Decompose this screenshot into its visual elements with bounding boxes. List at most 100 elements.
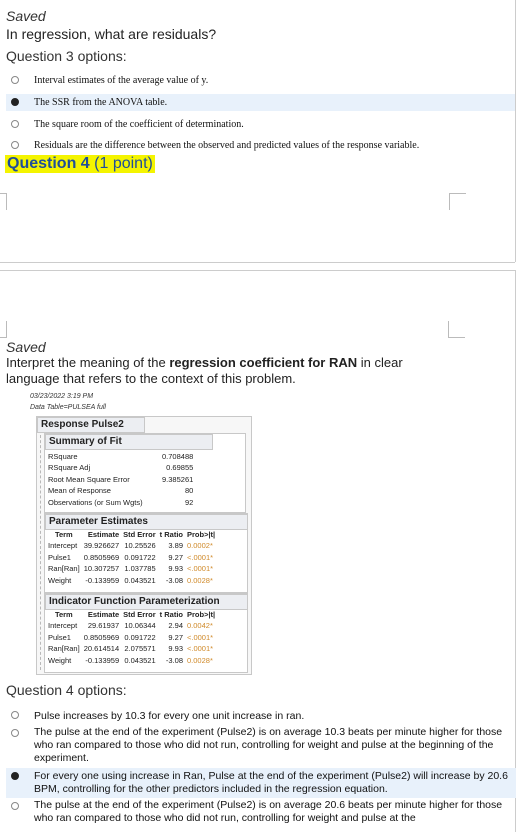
summary-value: 9.385261 — [162, 474, 194, 484]
q3-question-text: In regression, what are residuals? — [6, 26, 217, 42]
pe-cell: 10.25526 — [124, 541, 156, 551]
page-corner-top-right — [449, 193, 466, 210]
q3-option-4-radio[interactable] — [11, 141, 19, 149]
pe-cell: 1.037785 — [124, 564, 156, 574]
q4-option-4-radio[interactable] — [11, 802, 19, 810]
q4-option-2[interactable]: The pulse at the end of the experiment (… — [6, 726, 516, 768]
q4-option-4[interactable]: The pulse at the end of the experiment (… — [6, 799, 516, 829]
q4-option-1-radio[interactable] — [11, 711, 19, 719]
ifp-cell: 0.0042* — [187, 621, 213, 631]
q3-option-3[interactable]: The square room of the coefficient of de… — [6, 117, 516, 133]
page-corner-bottom-right — [448, 321, 465, 338]
pe-cell: Ran[Ran] — [48, 564, 80, 574]
q4-question-pre: Interpret the meaning of the — [6, 355, 170, 370]
pe-header-cell: t Ratio — [159, 530, 183, 539]
pe-cell: Weight — [48, 575, 72, 585]
summary-value: 0.708488 — [162, 452, 194, 461]
q4-heading: Question 4 (1 point) — [5, 155, 155, 173]
ifp-header-cell: Term — [54, 610, 73, 619]
parameter-estimates-table: Term Estimate Std Error t Ratio Prob>|t| Int… — [46, 529, 217, 586]
pe-cell: Intercept — [48, 541, 78, 551]
q4-question-bold: regression coefficient for RAN — [169, 355, 358, 370]
ifp-cell: 0.043521 — [124, 655, 156, 665]
q3-option-1-label: Interval estimates of the average value … — [34, 75, 209, 86]
section-divider-top — [0, 262, 515, 263]
ifp-cell: 10.06344 — [124, 621, 156, 631]
q3-option-2-radio[interactable] — [11, 98, 19, 106]
indicator-param-table: Term Estimate Std Error t Ratio Prob>|t| Int… — [46, 609, 217, 666]
ifp-header-cell: Prob>|t| — [187, 610, 216, 619]
pe-row: Intercept 39.926627 10.25526 3.89 0.0002* — [46, 540, 217, 551]
page-corner-top-left — [0, 193, 7, 210]
pe-cell: -0.133959 — [85, 575, 120, 585]
ifp-cell: 29.61937 — [87, 621, 120, 631]
ifp-cell: -3.08 — [165, 655, 183, 665]
q4-saved-label: Saved — [6, 339, 46, 355]
q4-option-1[interactable]: Pulse increases by 10.3 for every one un… — [6, 708, 516, 724]
ifp-cell: Ran[Ran] — [48, 644, 80, 654]
pe-header-row: Term Estimate Std Error t Ratio Prob>|t| — [46, 529, 217, 540]
pe-row: Weight -0.133959 0.043521 -3.08 0.0028* — [46, 575, 217, 586]
page-corner-bottom-left — [0, 321, 7, 338]
q3-option-2-label: The SSR from the ANOVA table. — [34, 97, 168, 108]
pe-cell: 3.89 — [168, 541, 183, 551]
summary-label: Observations (or Sum Wgts) — [48, 497, 143, 507]
q4-heading-points: (1 point) — [94, 155, 153, 172]
ifp-cell: Pulse1 — [48, 632, 71, 642]
summary-of-fit-title: Summary of Fit — [45, 434, 213, 450]
parameter-estimates-title: Parameter Estimates — [45, 514, 248, 530]
q3-option-4[interactable]: Residuals are the difference between the… — [6, 138, 516, 154]
q3-option-4-label: Residuals are the difference between the… — [34, 140, 420, 151]
page-edge-right-upper — [515, 0, 516, 262]
pe-cell: 0.0002* — [187, 541, 213, 551]
q4-option-2-label: The pulse at the end of the experiment (… — [34, 726, 503, 764]
pe-cell: 9.27 — [168, 552, 183, 562]
pe-cell: 10.307257 — [83, 564, 120, 574]
pe-cell: 0.0028* — [187, 575, 213, 585]
q4-option-1-label: Pulse increases by 10.3 for every one un… — [34, 710, 305, 722]
ifp-row: Pulse1 0.8505969 0.091722 9.27 <.0001* — [46, 632, 217, 643]
ifp-cell: <.0001* — [187, 632, 214, 642]
pe-row: Ran[Ran] 10.307257 1.037785 9.93 <.0001* — [46, 563, 217, 574]
q4-option-3[interactable]: For every one using increase in Ran, Pul… — [6, 768, 516, 798]
ifp-row: Ran[Ran] 20.614514 2.075571 9.93 <.0001* — [46, 643, 217, 654]
q3-option-3-radio[interactable] — [11, 120, 19, 128]
pe-row: Pulse1 0.8505969 0.091722 9.27 <.0001* — [46, 552, 217, 563]
q3-option-1[interactable]: Interval estimates of the average value … — [6, 73, 516, 89]
response-title: Response Pulse2 — [37, 417, 145, 433]
q3-option-3-label: The square room of the coefficient of de… — [34, 119, 244, 130]
pe-cell: <.0001* — [187, 552, 214, 562]
summary-row: Observations (or Sum Wgts) 92 — [46, 497, 195, 508]
q4-question-text: Interpret the meaning of the regression … — [6, 355, 436, 387]
ifp-cell: 2.075571 — [124, 644, 156, 654]
ifp-cell: 9.93 — [168, 644, 183, 654]
summary-label: Root Mean Square Error — [48, 474, 130, 484]
ifp-header-row: Term Estimate Std Error t Ratio Prob>|t| — [46, 609, 217, 620]
summary-label: RSquare — [48, 452, 78, 461]
summary-row: Mean of Response 80 — [46, 485, 195, 496]
pe-cell: 0.091722 — [124, 552, 156, 562]
summary-label: RSquare Adj — [48, 463, 91, 473]
pe-cell: -3.08 — [165, 575, 183, 585]
summary-row: RSquare Adj 0.69855 — [46, 462, 195, 473]
ifp-cell: 2.94 — [168, 621, 183, 631]
q4-option-4-label: The pulse at the end of the experiment (… — [34, 799, 503, 824]
summary-value: 80 — [184, 486, 194, 496]
ifp-header-cell: Estimate — [87, 610, 120, 619]
q4-option-3-radio[interactable] — [11, 772, 19, 780]
ifp-header-cell: t Ratio — [159, 610, 183, 619]
pe-header-cell: Estimate — [87, 530, 120, 539]
pe-cell: Pulse1 — [48, 552, 71, 562]
q3-saved-label: Saved — [6, 8, 46, 24]
pe-header-cell: Term — [54, 530, 73, 539]
q4-heading-title: Question 4 — [7, 155, 90, 172]
ifp-cell: 0.0028* — [187, 655, 213, 665]
pe-header-cell: Prob>|t| — [187, 530, 216, 539]
summary-row: RSquare 0.708488 — [46, 451, 195, 462]
q3-option-2[interactable]: The SSR from the ANOVA table. — [6, 94, 516, 111]
pe-cell: 0.8505969 — [83, 552, 120, 562]
pe-cell: 0.043521 — [124, 575, 156, 585]
summary-row: Root Mean Square Error 9.385261 — [46, 474, 195, 485]
q4-option-2-radio[interactable] — [11, 729, 19, 737]
q3-option-1-radio[interactable] — [11, 76, 19, 84]
